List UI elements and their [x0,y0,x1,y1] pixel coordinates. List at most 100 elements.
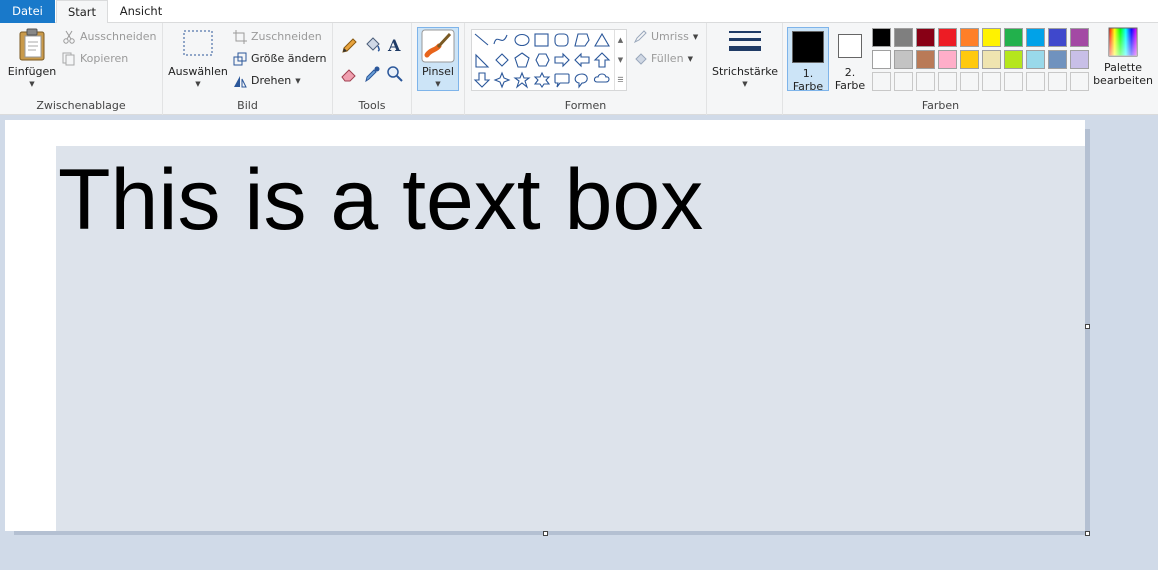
diamond-shape-icon [495,53,509,67]
palette-custom-slot[interactable] [916,72,935,91]
paste-label: Einfügen [7,65,57,78]
rotate-button[interactable]: Drehen ▼ [233,71,301,91]
color-picker-icon[interactable] [363,65,381,83]
color1-label-number: 1. [802,67,814,80]
scroll-up-icon[interactable]: ▲ [615,30,626,50]
palette-custom-slot[interactable] [982,72,1001,91]
outline-icon [633,30,647,44]
group-colors: 1. Farbe 2. Farbe Palette bearbeiten Far… [783,23,1158,115]
magnifier-icon[interactable] [386,65,404,83]
tab-home[interactable]: Start [56,0,108,24]
palette-custom-slot[interactable] [938,72,957,91]
palette-custom-slot[interactable] [1048,72,1067,91]
chevron-down-icon: ▼ [195,80,201,88]
palette-color-swatch[interactable] [916,50,935,69]
palette-color-swatch[interactable] [1048,50,1067,69]
cloud-callout-shape-icon [593,73,610,83]
scroll-down-icon[interactable]: ▼ [615,50,626,70]
tab-file[interactable]: Datei [0,0,55,23]
pencil-icon[interactable] [340,37,358,55]
edit-palette-button[interactable]: Palette bearbeiten [1091,27,1155,91]
canvas-resize-handle-bottom[interactable] [543,531,548,536]
copy-button[interactable]: Kopieren [62,49,128,69]
palette-custom-slot[interactable] [960,72,979,91]
curve-shape-icon [493,34,508,45]
canvas-resize-handle-right[interactable] [1085,324,1090,329]
palette-custom-slot[interactable] [1004,72,1023,91]
palette-color-swatch[interactable] [1070,50,1089,69]
cut-button[interactable]: Ausschneiden [62,27,157,47]
color2-button[interactable]: 2. Farbe [831,27,869,92]
group-brushes: Pinsel ▼ [412,23,465,115]
rotate-icon [234,76,247,88]
palette-color-swatch[interactable] [960,50,979,69]
text-tool-icon[interactable]: A [386,36,404,54]
palette-color-swatch[interactable] [872,50,891,69]
palette-color-swatch[interactable] [1026,50,1045,69]
palette-color-swatch[interactable] [872,28,891,47]
clipboard-icon [19,28,45,61]
size-label: Strichstärke [712,65,778,78]
palette-color-swatch[interactable] [1026,28,1045,47]
palette-color-swatch[interactable] [894,50,913,69]
color2-label: Farbe [834,79,866,92]
group-size: Strichstärke ▼ [707,23,783,115]
palette-color-swatch[interactable] [1048,28,1067,47]
canvas-text-box[interactable]: This is a text box [56,146,1085,531]
six-point-star-shape-icon [533,71,551,88]
brush-icon [421,29,455,63]
select-label: Auswählen [168,65,228,78]
tab-view[interactable]: Ansicht [110,0,172,23]
palette-color-swatch[interactable] [1070,28,1089,47]
palette-color-swatch[interactable] [894,28,913,47]
brushes-button[interactable]: Pinsel ▼ [417,27,459,91]
color1-button[interactable]: 1. Farbe [787,27,829,93]
crop-label: Zuschneiden [251,30,322,43]
edit-palette-label-2: bearbeiten [1093,74,1153,87]
group-label-shapes: Formen [564,99,607,112]
palette-color-swatch[interactable] [982,50,1001,69]
expand-gallery-icon[interactable]: ☰ [615,70,626,90]
text-box-content[interactable]: This is a text box [58,150,703,250]
copy-icon [62,52,75,66]
palette-custom-slot[interactable] [894,72,913,91]
triangle-shape-icon [594,32,610,47]
right-triangle-shape-icon [475,53,490,68]
fill-bucket-icon[interactable] [363,36,381,54]
palette-custom-slot[interactable] [872,72,891,91]
four-point-star-shape-icon [493,71,511,89]
shapes-gallery-scroll[interactable]: ▲ ▼ ☰ [614,30,626,90]
size-button[interactable]: Strichstärke ▼ [710,27,780,91]
palette-color-swatch[interactable] [1004,50,1023,69]
palette-color-swatch[interactable] [960,28,979,47]
shapes-gallery[interactable]: ▲ ▼ ☰ [471,29,627,91]
crop-button[interactable]: Zuschneiden [233,27,322,47]
color-palette [872,28,1092,94]
resize-button[interactable]: Größe ändern [233,49,327,69]
rectangle-shape-icon [534,33,549,47]
palette-color-swatch[interactable] [982,28,1001,47]
palette-custom-slot[interactable] [1026,72,1045,91]
palette-color-swatch[interactable] [938,28,957,47]
color2-swatch [838,34,862,58]
group-label-tools: Tools [358,99,386,112]
paste-button[interactable]: Einfügen ▼ [4,27,60,91]
chevron-down-icon: ▼ [295,77,301,85]
fill-button[interactable]: Füllen ▼ [633,49,693,69]
group-shapes: ▲ ▼ ☰ Umriss ▼ Füllen ▼ Formen [465,23,707,115]
fill-icon [635,53,647,65]
group-label-clipboard: Zwischenablage [36,99,126,112]
palette-custom-slot[interactable] [1070,72,1089,91]
group-clipboard: Einfügen ▼ Ausschneiden Kopieren Zwische… [0,23,163,115]
palette-color-swatch[interactable] [1004,28,1023,47]
eraser-icon[interactable] [340,65,358,83]
select-button[interactable]: Auswählen ▼ [167,29,229,91]
outline-button[interactable]: Umriss ▼ [633,27,698,47]
canvas-resize-handle-corner[interactable] [1085,531,1090,536]
left-arrow-shape-icon [574,52,590,68]
hexagon-shape-icon [535,53,550,67]
palette-color-swatch[interactable] [916,28,935,47]
palette-color-swatch[interactable] [938,50,957,69]
color1-swatch [792,31,824,63]
color1-label: Farbe [792,80,824,93]
